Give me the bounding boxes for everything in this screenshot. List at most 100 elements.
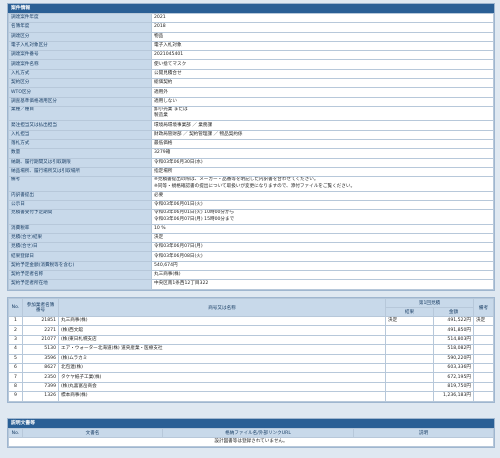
info-value: 2018 — [151, 22, 494, 33]
result-no: 2 — [8, 325, 23, 336]
case-info-table: 調達案件年度 2021 名簿年度 2018 調達区分 物品 電子入札対象区分 電子入札対象 調達… — [8, 12, 494, 290]
result-row: 6 8627 北包連(株) 603,336円 — [8, 362, 494, 374]
col-no: No. — [8, 298, 23, 317]
result-remark — [473, 325, 494, 336]
col-remark: 備考 — [473, 298, 494, 317]
info-row: 契約予定者所在地 中央区南1条西12丁目322 — [8, 279, 494, 290]
info-value: 3279箱 — [151, 148, 494, 159]
col-round1: 第1回見積 — [385, 298, 474, 308]
result-no: 9 — [8, 391, 23, 402]
result-amount: 672,195円 — [433, 372, 474, 383]
info-value: 決定 — [151, 232, 494, 244]
info-value: 財政局管財部 ／ 契約管理課 ／ 物品契約係 — [151, 129, 494, 140]
info-value: 環境局環境事業部 ／ 業務課 — [151, 120, 494, 131]
result-no: 6 — [8, 362, 23, 374]
info-label: 契約予定者名称 — [8, 269, 152, 281]
info-label: 見積(合せ)日 — [8, 242, 152, 253]
info-label: 発注担当又は払出担当 — [8, 120, 152, 131]
result-amount: 603,336円 — [433, 362, 474, 374]
info-label: 落札方式 — [8, 138, 152, 150]
result-row: 4 5130 エア・ウォーター北海道(株) 道央産業・医療支社 518,082円 — [8, 344, 494, 355]
result-row: 8 7399 (株)丸喜富岳商会 819,750円 — [8, 381, 494, 393]
info-label: 見積(合せ)結果 — [8, 232, 152, 244]
result-remark — [473, 391, 494, 402]
result-row: 2 2271 (株)西文舘 491,850円 — [8, 325, 494, 336]
info-value: 卸小売業 または 製造業 — [151, 105, 494, 122]
result-remark — [473, 334, 494, 346]
result-amount: 514,803円 — [433, 334, 474, 346]
info-label: 調査基準価格適用区分 — [8, 96, 152, 107]
result-amount: 491,850円 — [433, 325, 474, 336]
info-row: 消費税率 10 % — [8, 223, 494, 234]
result-member-no: 2350 — [22, 372, 59, 383]
results-table: No. 参加業者名簿 番号 商号又は名称 第1回見積 備考 結果 金額 1 218… — [8, 298, 494, 402]
info-row: 業種／種目 卸小売業 または 製造業 — [8, 105, 494, 122]
result-name: エア・ウォーター北海道(株) 道央産業・医療支社 — [58, 344, 386, 355]
result-row: 1 21851 丸三商事(株) 決定 491,522円 決定 — [8, 315, 494, 327]
result-remark — [473, 344, 494, 355]
result-no: 8 — [8, 381, 23, 393]
info-value: 540,674円 — [151, 260, 494, 272]
info-value: 令和03年06月07日(月) — [151, 242, 494, 253]
info-value: 10 % — [151, 223, 494, 234]
info-label: 納期、履行期間又は引取期限 — [8, 157, 152, 168]
result-member-no: 21851 — [22, 315, 59, 327]
result-amount: 491,522円 — [433, 315, 474, 327]
result-amount: 518,082円 — [433, 344, 474, 355]
result-name: 標本商事(株) — [58, 391, 386, 402]
info-label: 調達案件年度 — [8, 12, 152, 24]
info-row: 契約予定者名称 丸三商事(株) — [8, 269, 494, 281]
result-result — [385, 391, 434, 402]
info-row: 発注担当又は払出担当 環境局環境事業部 ／ 業務課 — [8, 120, 494, 131]
info-value: 公開見積合せ — [151, 68, 494, 80]
info-label: 内訳書提出 — [8, 190, 152, 201]
result-member-no: 21077 — [22, 334, 59, 346]
info-value: 2021 — [151, 12, 494, 24]
info-label: 備考 — [8, 176, 152, 192]
info-label: 調達案件名称 — [8, 59, 152, 70]
info-row: 数量 3279箱 — [8, 148, 494, 159]
info-row: 調達案件名称 使い捨てマスク — [8, 59, 494, 70]
results-panel: No. 参加業者名簿 番号 商号又は名称 第1回見積 備考 結果 金額 1 218… — [7, 297, 495, 403]
info-value: 最低価格 — [151, 138, 494, 150]
info-label: 契約区分 — [8, 78, 152, 89]
info-value: ※見積書提出の際は、メーカー・品番等を明記した内訳書を合わせてください。 ※同等… — [151, 176, 494, 192]
result-name: (株)丸喜富岳商会 — [58, 381, 386, 393]
info-row: 内訳書提出 必要 — [8, 190, 494, 201]
info-label: 納品場所、履行場所又は引取場所 — [8, 166, 152, 178]
info-row: 結果登録日 令和03年06月08日(火) — [8, 251, 494, 262]
result-member-no: 3596 — [22, 353, 59, 364]
result-result — [385, 362, 434, 374]
info-label: 消費税率 — [8, 223, 152, 234]
info-row: 見積(合せ)結果 決定 — [8, 232, 494, 244]
info-row: 入札方式 公開見積合せ — [8, 68, 494, 80]
result-result — [385, 353, 434, 364]
doc-col-desc: 説明 — [353, 428, 494, 438]
result-member-no: 8627 — [22, 362, 59, 374]
result-result — [385, 381, 434, 393]
info-label: 電子入札対象区分 — [8, 40, 152, 52]
info-row: 調達案件年度 2021 — [8, 12, 494, 24]
result-remark — [473, 362, 494, 374]
result-name: 丸三商事(株) — [58, 315, 386, 327]
result-remark — [473, 372, 494, 383]
result-member-no: 2271 — [22, 325, 59, 336]
documents-panel: 説明文書等 No. 文書名 格納ファイル名/外部リンクURL 説明 設計図書等は… — [7, 418, 495, 449]
col-result: 結果 — [385, 307, 434, 317]
info-label: 入札担当 — [8, 129, 152, 140]
documents-table: No. 文書名 格納ファイル名/外部リンクURL 説明 設計図書等は登録されてい… — [8, 428, 494, 448]
info-value: 必要 — [151, 190, 494, 201]
info-value: 適用外 — [151, 87, 494, 98]
col-member-no: 参加業者名簿 番号 — [22, 298, 59, 317]
doc-col-name: 文書名 — [22, 428, 163, 438]
info-row: 契約区分 総価契約 — [8, 78, 494, 89]
info-label: 調達区分 — [8, 31, 152, 42]
info-row: 納期、履行期間又は引取期限 令和03年06月30日(水) — [8, 157, 494, 168]
info-label: 業種／種目 — [8, 105, 152, 122]
info-label: 名簿年度 — [8, 22, 152, 33]
result-amount: 590,220円 — [433, 353, 474, 364]
info-label: 契約予定金額(消費税等を含む) — [8, 260, 152, 272]
result-result — [385, 344, 434, 355]
result-member-no: 1326 — [22, 391, 59, 402]
info-row: WTO区分 適用外 — [8, 87, 494, 98]
